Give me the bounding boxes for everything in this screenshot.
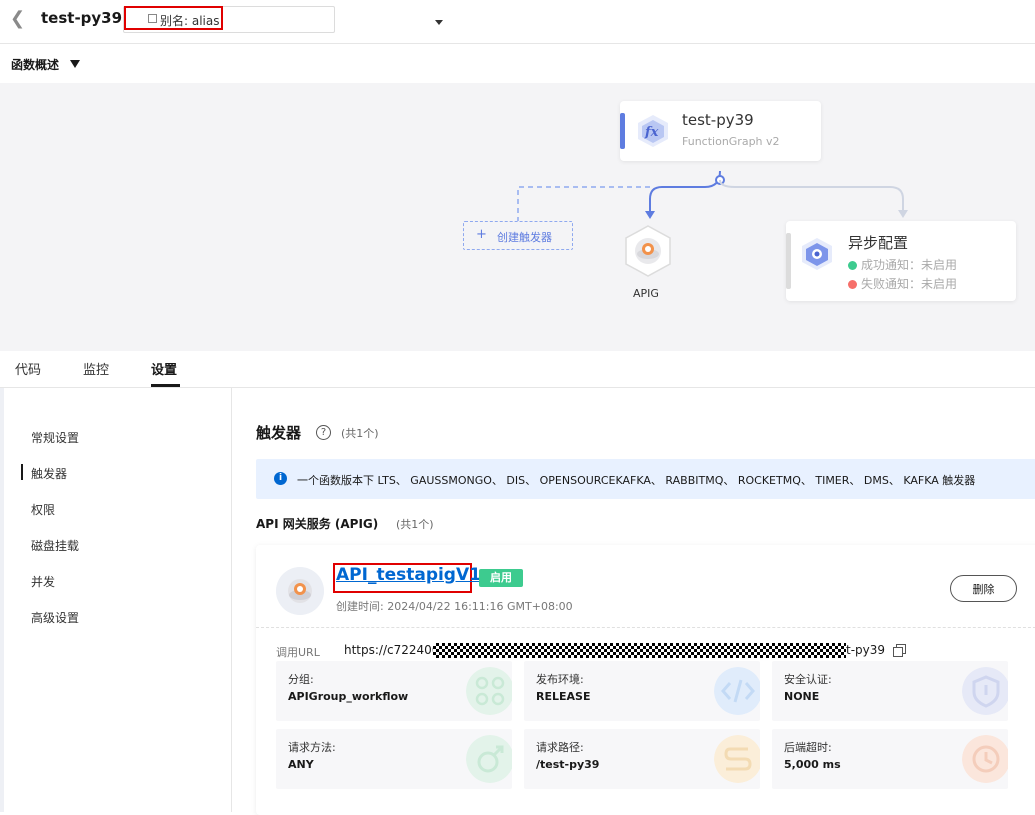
fx-icon: fx (638, 115, 668, 147)
create-trigger-button[interactable]: + 创建触发器 (463, 221, 573, 250)
copy-icon[interactable] (893, 644, 906, 657)
info-text: 一个函数版本下 LTS、 GAUSSMONGO、 DIS、 OPENSOURCE… (297, 474, 976, 487)
apig-node-label: APIG (633, 287, 659, 300)
shield-icon (962, 667, 1008, 715)
created-time: 创建时间: 2024/04/22 16:11:16 GMT+08:00 (336, 600, 573, 613)
url-value-start: https://c722406 (344, 643, 440, 657)
method-icon (466, 735, 512, 783)
info-alert: i 一个函数版本下 LTS、 GAUSSMONGO、 DIS、 OPENSOUR… (256, 459, 1035, 499)
trigger-settings-panel: 触发器 ? (共1个) i 一个函数版本下 LTS、 GAUSSMONGO、 D… (233, 388, 1035, 815)
tile-timeout: 后端超时: 5,000 ms (772, 729, 1008, 789)
sidebar-item-general[interactable]: 常规设置 (31, 429, 79, 446)
svg-text:fx: fx (644, 125, 659, 140)
async-config-title: 异步配置 (848, 234, 909, 252)
diagram-connectors (517, 170, 908, 221)
code-icon (714, 667, 760, 715)
apig-node-icon[interactable] (624, 225, 672, 277)
tile-value: NONE (784, 690, 820, 703)
tile-group: 分组: APIGroup_workflow (276, 661, 512, 721)
function-node[interactable]: fx test-py39 FunctionGraph v2 (620, 101, 821, 161)
function-node-runtime: FunctionGraph v2 (682, 135, 780, 148)
tile-key: 请求路径: (536, 741, 584, 754)
url-label: 调用URL (276, 646, 320, 659)
sidebar-item-concurrency[interactable]: 并发 (31, 573, 55, 590)
tile-path: 请求路径: /test-py39 (524, 729, 760, 789)
create-trigger-label: 创建触发器 (497, 231, 552, 244)
tile-method: 请求方法: ANY (276, 729, 512, 789)
success-dot-icon (848, 261, 857, 270)
section-title: 触发器 (256, 424, 302, 442)
active-tab-indicator (151, 384, 180, 387)
active-nav-marker (21, 464, 23, 480)
async-icon (802, 238, 832, 270)
function-diagram: fx test-py39 FunctionGraph v2 + 创建触发器 AP… (0, 83, 1035, 351)
main-tabs: 代码 监控 设置 (0, 351, 1035, 388)
trigger-count: (共1个) (341, 427, 379, 440)
node-accent (786, 233, 791, 289)
apig-group-title: API 网关服务 (APIG) (256, 517, 379, 531)
clock-icon (962, 735, 1008, 783)
tile-key: 分组: (288, 673, 314, 686)
delete-button[interactable]: 删除 (950, 575, 1017, 602)
sidebar-item-disk-mount[interactable]: 磁盘挂载 (31, 537, 79, 554)
caret-down-icon[interactable] (70, 60, 80, 68)
sidebar-strip (0, 388, 4, 812)
async-config-node[interactable]: 异步配置 成功通知：未启用 失败通知：未启用 (786, 221, 1016, 301)
function-title: test-py39 (41, 9, 123, 27)
top-bar: ❮ test-py39 别名: alias (0, 0, 1035, 44)
node-accent (620, 113, 625, 149)
api-name-link[interactable]: API_testapigV1 (336, 565, 481, 585)
status-badge: 启用 (479, 569, 523, 587)
tile-key: 安全认证: (784, 673, 832, 686)
info-icon: i (274, 472, 287, 485)
success-notice-text: 成功通知：未启用 (861, 258, 958, 272)
tab-code[interactable]: 代码 (15, 359, 41, 378)
url-redaction-mask (433, 643, 846, 658)
help-icon[interactable]: ? (316, 425, 331, 440)
function-node-name: test-py39 (682, 111, 754, 129)
group-icon (466, 667, 512, 715)
tab-settings[interactable]: 设置 (151, 359, 177, 378)
plus-icon: + (476, 227, 487, 242)
apig-trigger-card: API_testapigV1 启用 创建时间: 2024/04/22 16:11… (256, 545, 1035, 815)
card-divider (256, 627, 1035, 628)
tile-value: APIGroup_workflow (288, 690, 409, 703)
success-notice: 成功通知：未启用 (848, 256, 957, 273)
tile-auth: 安全认证: NONE (772, 661, 1008, 721)
tile-key: 请求方法: (288, 741, 336, 754)
url-value-end: t-py39 (846, 643, 886, 657)
sidebar-item-permissions[interactable]: 权限 (31, 501, 55, 518)
apig-avatar-icon (276, 567, 324, 615)
failure-notice: 失败通知：未启用 (848, 275, 957, 292)
failure-dot-icon (848, 280, 857, 289)
overview-bar[interactable]: 函数概述 (0, 45, 1035, 83)
apig-group-count: (共1个) (396, 518, 434, 531)
chevron-down-icon (435, 20, 443, 25)
overview-title: 函数概述 (11, 58, 60, 72)
sidebar-item-advanced[interactable]: 高级设置 (31, 609, 79, 626)
tab-monitor[interactable]: 监控 (83, 359, 109, 378)
tile-value: ANY (288, 758, 314, 771)
tile-value: /test-py39 (536, 758, 600, 771)
chevron-left-icon[interactable]: ❮ (10, 8, 25, 29)
failure-notice-text: 失败通知：未启用 (861, 277, 958, 291)
tile-key: 后端超时: (784, 741, 832, 754)
tile-value: RELEASE (536, 690, 591, 703)
tile-env: 发布环境: RELEASE (524, 661, 760, 721)
sidebar-item-triggers[interactable]: 触发器 (31, 465, 67, 482)
path-icon (714, 735, 760, 783)
alias-highlight (124, 6, 223, 30)
tile-value: 5,000 ms (784, 758, 841, 771)
tile-key: 发布环境: (536, 673, 584, 686)
settings-sidebar: 常规设置 触发器 权限 磁盘挂载 并发 高级设置 (0, 388, 232, 812)
